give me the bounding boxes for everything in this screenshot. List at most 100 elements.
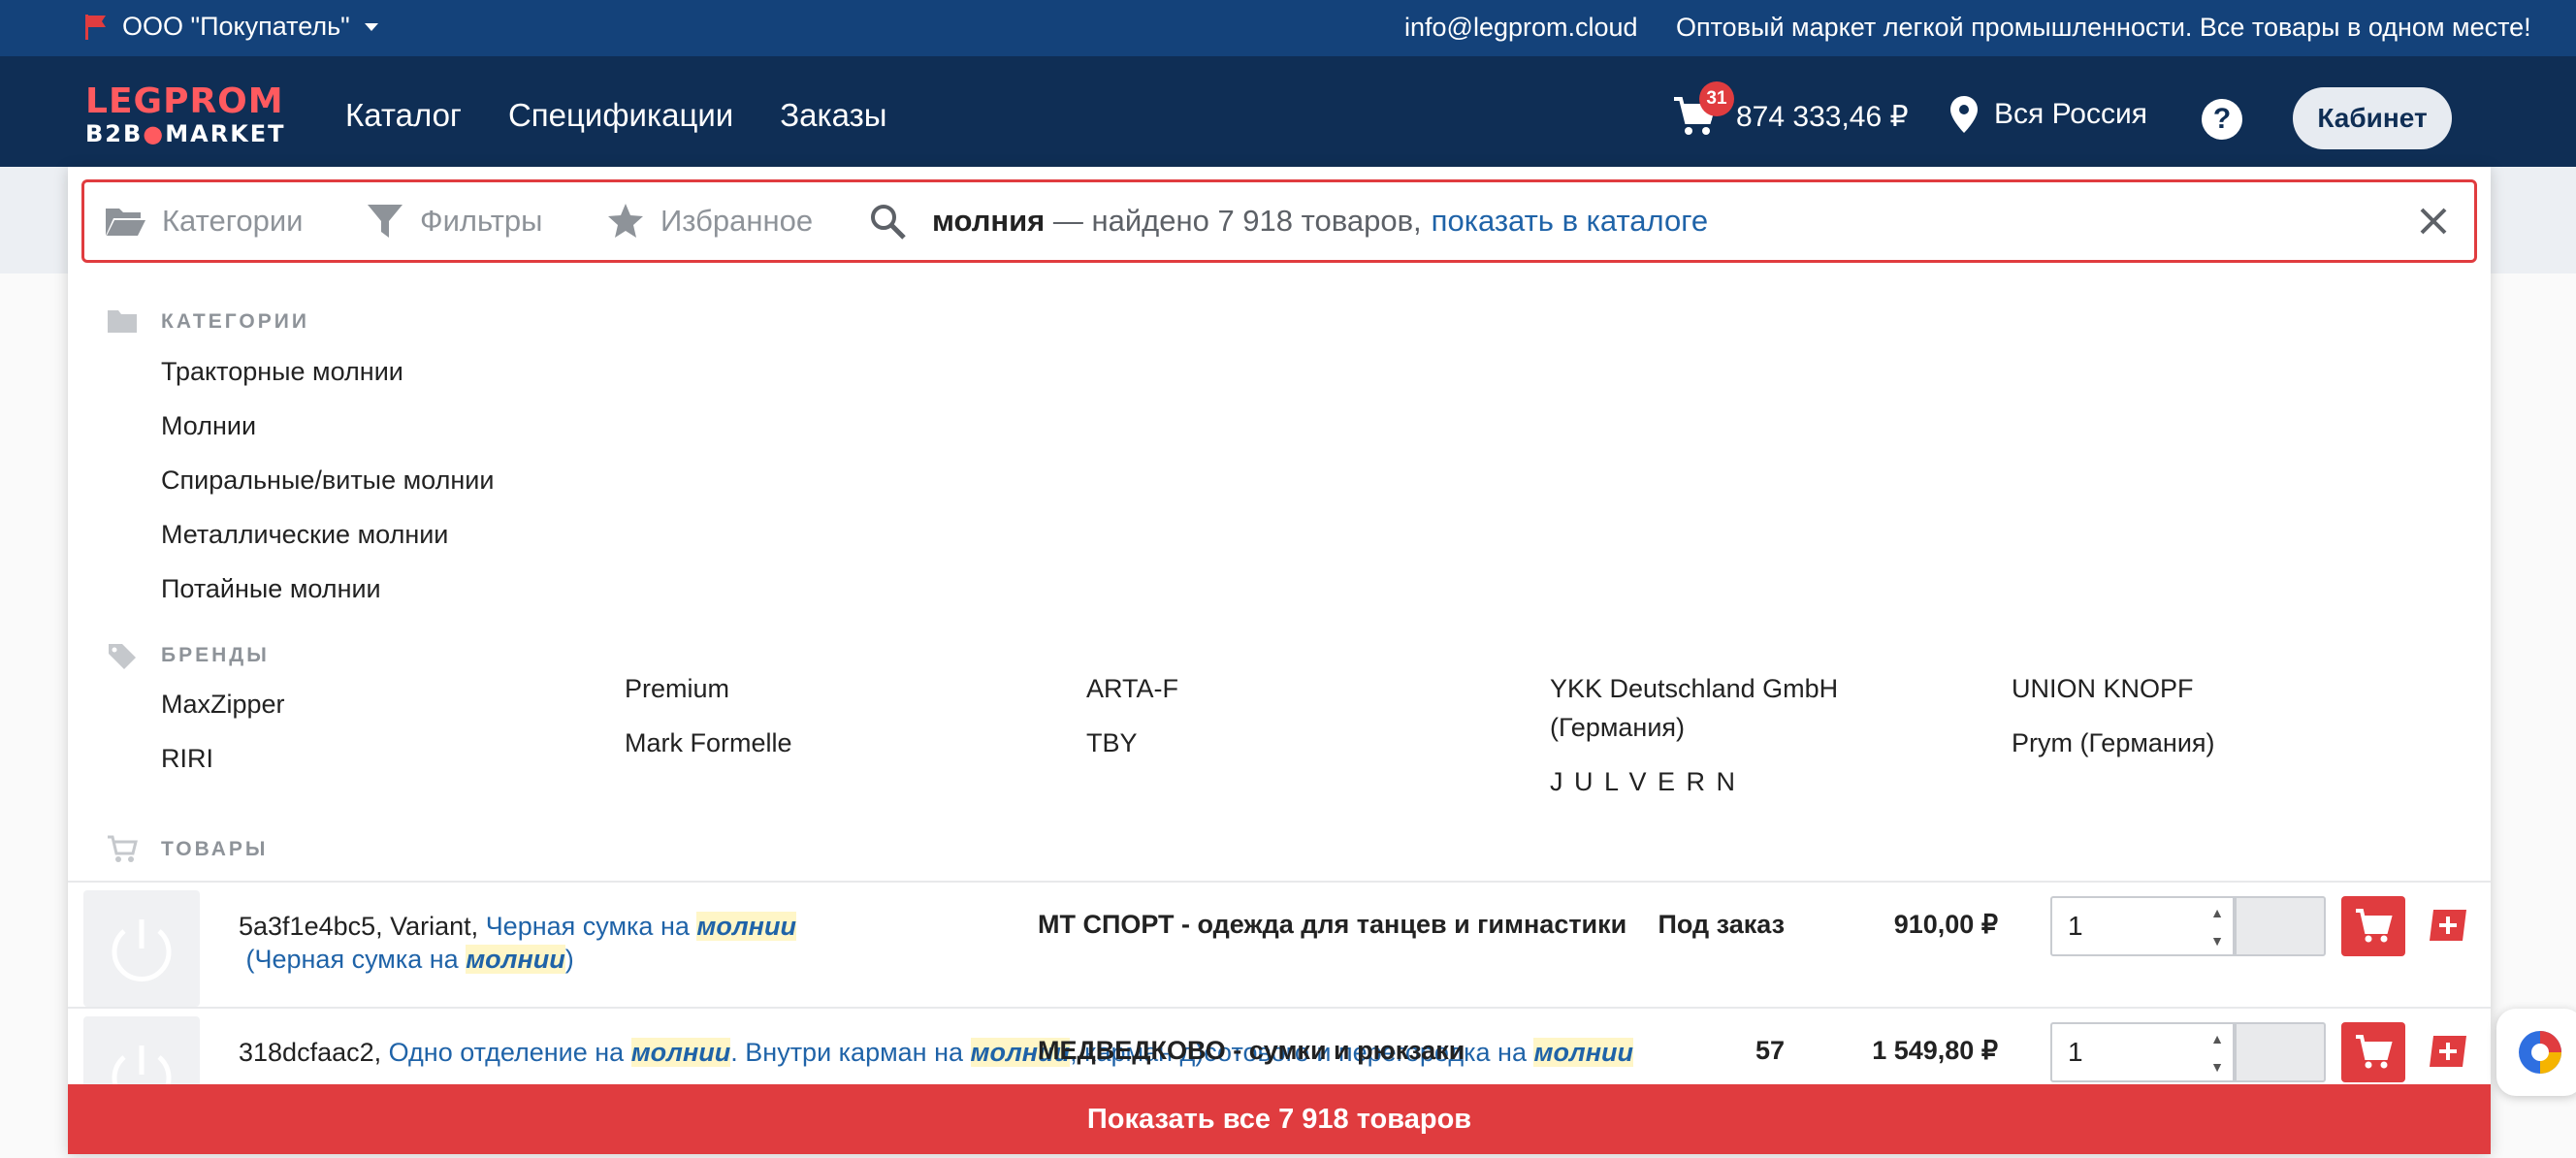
product-id: 318dcfaac2,	[239, 1038, 389, 1067]
category-item[interactable]: Металлические молнии	[161, 520, 448, 550]
tag-icon	[109, 644, 136, 669]
filter-icon	[368, 205, 402, 238]
product-link-text: (Черная сумка на	[239, 945, 467, 974]
quantity-unit	[2235, 896, 2326, 956]
product-link-text: )	[564, 945, 574, 974]
category-item[interactable]: Потайные молнии	[161, 574, 381, 604]
search-icon	[871, 205, 906, 240]
quantity-stepper[interactable]: ▲ ▼	[2202, 896, 2235, 956]
nav-orders[interactable]: Заказы	[780, 97, 886, 134]
price: 910,00 ₽	[1893, 910, 1998, 939]
search-query[interactable]: молния	[932, 204, 1045, 239]
search-bar[interactable]: Категории Фильтры Избранное молния — най…	[81, 179, 2477, 263]
product-row[interactable]: 5a3f1e4bc5, Variant, Черная сумка на мол…	[68, 881, 2491, 1007]
decrement-icon[interactable]: ▼	[2202, 926, 2233, 954]
add-to-specification-button[interactable]	[2425, 902, 2471, 949]
highlight: молнии	[466, 945, 565, 974]
brand-item[interactable]: YKK Deutschland GmbH (Германия)	[1550, 669, 1880, 747]
category-item[interactable]: Молнии	[161, 411, 256, 441]
favorites-tab[interactable]: Избранное	[606, 182, 813, 260]
favorites-tab-label: Избранное	[660, 204, 814, 238]
brand-item[interactable]: Premium	[625, 669, 729, 708]
cart-total-amount: 874 333,46 ₽	[1736, 100, 1909, 133]
close-icon[interactable]	[2412, 200, 2455, 242]
folder-open-icon	[106, 209, 145, 236]
region-selector[interactable]: Вся Россия	[1949, 95, 2147, 134]
add-to-spec-icon	[2430, 910, 2466, 941]
filters-tab[interactable]: Фильтры	[366, 182, 542, 260]
logo-text-market: B2B●MARKET	[85, 120, 286, 147]
cart-count-badge: 31	[1699, 81, 1734, 116]
product-image-placeholder	[83, 890, 200, 1007]
price: 1 549,80 ₽	[1872, 1036, 1998, 1065]
add-to-cart-button[interactable]	[2341, 1022, 2405, 1082]
power-icon	[112, 919, 172, 981]
logo-text-b2b: B2B	[85, 120, 144, 147]
categories-section-label: КАТЕГОРИИ	[161, 310, 309, 333]
search-result-count: — найдено 7 918 товаров,	[1045, 204, 1422, 238]
contact-email[interactable]: info@legprom.cloud	[1404, 13, 1638, 43]
top-info-bar: ООО "Покупатель" info@legprom.cloud Опто…	[0, 0, 2576, 56]
company-selector[interactable]: ООО "Покупатель"	[83, 12, 379, 42]
increment-icon[interactable]: ▲	[2202, 1024, 2233, 1052]
product-name[interactable]: 5a3f1e4bc5, Variant, Черная сумка на мол…	[239, 910, 995, 976]
region-name: Вся Россия	[1994, 98, 2147, 130]
product-name[interactable]: 318dcfaac2, Одно отделение на молнии . Вн…	[239, 1036, 1634, 1069]
cart-summary[interactable]: 31 874 333,46 ₽	[1672, 81, 1909, 138]
search-dropdown: Категории Фильтры Избранное молния — най…	[68, 167, 2491, 1154]
product-link-text: Одно отделение на	[388, 1038, 631, 1067]
logo-text-legprom: LEGPROM	[85, 81, 284, 121]
filters-tab-label: Фильтры	[420, 204, 543, 238]
location-pin-icon	[1950, 96, 1978, 133]
decrement-icon[interactable]: ▼	[2202, 1052, 2233, 1080]
cart-icon	[2356, 909, 2393, 943]
availability: 57	[1755, 1036, 1785, 1065]
nav-specifications[interactable]: Спецификации	[508, 97, 733, 134]
product-link-text: . Внутри карман на	[730, 1038, 971, 1067]
categories-tab-label: Категории	[162, 204, 304, 238]
quantity-input[interactable]	[2050, 1022, 2206, 1082]
star-icon	[608, 204, 643, 238]
supplier-name[interactable]: МЕДВЕДКОВО - сумки и рюкзаки	[1038, 1036, 1465, 1066]
brand-item[interactable]: Prym (Германия)	[2012, 724, 2215, 762]
add-to-cart-button[interactable]	[2341, 896, 2405, 956]
categories-tab[interactable]: Категории	[104, 182, 303, 260]
assistant-widget[interactable]	[2496, 1009, 2576, 1096]
cabinet-button[interactable]: Кабинет	[2293, 87, 2452, 149]
category-item[interactable]: Тракторные молнии	[161, 357, 403, 387]
add-to-specification-button[interactable]	[2425, 1028, 2471, 1075]
quantity-input[interactable]	[2050, 896, 2206, 956]
supplier-name[interactable]: МТ СПОРТ - одежда для танцев и гимнастик…	[1038, 910, 1626, 940]
help-button[interactable]: ?	[2202, 99, 2242, 140]
add-to-spec-icon	[2430, 1036, 2466, 1067]
brand-item[interactable]: MaxZipper	[161, 685, 285, 724]
show-in-catalog-link[interactable]: показать в каталоге	[1432, 204, 1708, 239]
flag-icon	[85, 14, 106, 40]
show-all-products-button[interactable]: Показать все 7 918 товаров	[68, 1084, 2491, 1154]
folder-icon	[108, 310, 137, 333]
increment-icon[interactable]: ▲	[2202, 898, 2233, 926]
cart-icon	[2356, 1035, 2393, 1069]
brand-item[interactable]: J U L V E R N	[1550, 762, 1737, 801]
brand-item[interactable]: RIRI	[161, 739, 213, 778]
logo[interactable]: LEGPROM B2B●MARKET	[85, 81, 295, 148]
chevron-down-icon	[364, 22, 378, 31]
logo-text-market-word: MARKET	[165, 120, 286, 147]
tagline: Оптовый маркет легкой промышленности. Вс…	[1676, 13, 2531, 42]
quantity-stepper[interactable]: ▲ ▼	[2202, 1022, 2235, 1082]
products-section-label: ТОВАРЫ	[161, 838, 269, 860]
highlight: молнии	[1533, 1038, 1634, 1067]
highlight: молнии	[696, 912, 796, 941]
brand-item[interactable]: Mark Formelle	[625, 724, 792, 762]
main-nav: Каталог Спецификации Заказы	[345, 97, 887, 134]
cart-button[interactable]: 31	[1672, 81, 1734, 138]
cart-icon	[108, 835, 138, 862]
brand-item[interactable]: ARTA-F	[1086, 669, 1178, 708]
brands-section-label: БРЕНДЫ	[161, 644, 270, 666]
nav-catalog[interactable]: Каталог	[345, 97, 462, 134]
brand-item[interactable]: TBY	[1086, 724, 1138, 762]
assistant-icon	[2519, 1031, 2561, 1074]
category-item[interactable]: Спиральные/витые молнии	[161, 466, 494, 496]
search-query-summary: молния — найдено 7 918 товаров, показать…	[932, 182, 1708, 260]
brand-item[interactable]: UNION KNOPF	[2012, 669, 2194, 708]
